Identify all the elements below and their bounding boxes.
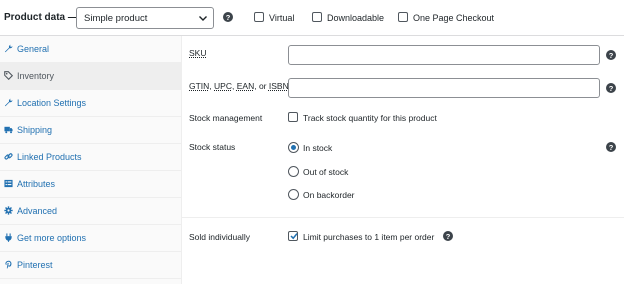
svg-text:?: ? xyxy=(609,84,614,93)
gtin-label: GTIN, UPC, EAN, or ISBN xyxy=(189,81,289,91)
svg-text:?: ? xyxy=(226,13,231,22)
help-icon[interactable]: ? xyxy=(606,142,616,152)
one-page-checkout-checkbox[interactable] xyxy=(398,12,408,22)
tab-advanced[interactable]: Advanced xyxy=(0,198,182,225)
header-title: Product data — xyxy=(4,12,78,23)
product-data-header: Product data — Simple product ? Virtual … xyxy=(0,0,624,36)
sold-individually-label: Sold individually xyxy=(189,232,250,242)
stock-management-label: Stock management xyxy=(189,113,263,123)
one-page-checkout-label: One Page Checkout xyxy=(413,13,495,23)
wrench-icon xyxy=(4,44,13,53)
sku-input[interactable] xyxy=(288,45,600,65)
downloadable-label: Downloadable xyxy=(327,13,385,23)
tab-pinterest[interactable]: Pinterest xyxy=(0,252,182,279)
stock-status-label: Stock status xyxy=(189,142,236,152)
tab-label: Advanced xyxy=(17,206,58,216)
out-of-stock-label: Out of stock xyxy=(303,167,349,177)
sku-label: SKU xyxy=(189,48,207,58)
tab-get-more-options[interactable]: Get more options xyxy=(0,225,182,252)
tab-shipping[interactable]: Shipping xyxy=(0,117,182,144)
tab-label: Attributes xyxy=(17,179,56,189)
gear-icon xyxy=(4,206,13,215)
downloadable-checkbox[interactable] xyxy=(312,12,322,22)
tab-label: Pinterest xyxy=(17,260,53,270)
truck-icon xyxy=(4,126,13,134)
tab-label: Shipping xyxy=(17,125,53,135)
tab-label: Linked Products xyxy=(17,152,82,162)
list-icon xyxy=(4,179,13,188)
product-type-select[interactable]: Simple product xyxy=(76,7,214,29)
tag-icon xyxy=(4,71,13,80)
product-type-value: Simple product xyxy=(84,13,148,24)
tab-location-settings[interactable]: Location Settings xyxy=(0,90,182,117)
svg-text:?: ? xyxy=(446,232,451,241)
help-icon[interactable]: ? xyxy=(443,231,453,241)
pinterest-icon xyxy=(5,260,12,269)
chevron-down-icon xyxy=(199,16,207,21)
on-backorder-label: On backorder xyxy=(303,190,355,200)
virtual-checkbox[interactable] xyxy=(254,12,264,22)
wrench-icon xyxy=(4,98,13,107)
product-data-tabs: General Inventory Location Settings Ship… xyxy=(0,36,182,284)
section-divider xyxy=(182,217,624,218)
in-stock-label: In stock xyxy=(303,143,333,153)
help-icon[interactable]: ? xyxy=(223,12,233,22)
tab-label: Get more options xyxy=(17,233,87,243)
radio-out-of-stock[interactable] xyxy=(288,166,299,177)
radio-in-stock[interactable] xyxy=(288,142,299,153)
tab-attributes[interactable]: Attributes xyxy=(0,171,182,198)
virtual-label: Virtual xyxy=(269,13,295,23)
tab-general[interactable]: General xyxy=(0,36,182,63)
link-icon xyxy=(4,153,13,160)
help-icon[interactable]: ? xyxy=(606,83,616,93)
plugin-icon xyxy=(5,233,12,242)
limit-purchases-label: Limit purchases to 1 item per order xyxy=(303,232,435,242)
svg-text:?: ? xyxy=(609,143,614,152)
limit-purchases-checkbox[interactable] xyxy=(288,231,298,241)
svg-text:?: ? xyxy=(609,51,614,60)
tab-inventory[interactable]: Inventory xyxy=(0,63,182,90)
help-icon[interactable]: ? xyxy=(606,50,616,60)
inventory-panel: SKU ? GTIN, UPC, EAN, or ISBN ? Stock ma… xyxy=(182,36,624,284)
tab-linked-products[interactable]: Linked Products xyxy=(0,144,182,171)
tab-label: General xyxy=(17,44,50,54)
tab-label: Location Settings xyxy=(17,98,87,108)
radio-on-backorder[interactable] xyxy=(288,189,299,200)
tab-label: Inventory xyxy=(17,71,55,81)
checkmark-icon xyxy=(290,233,298,240)
gtin-input[interactable] xyxy=(288,78,600,98)
track-stock-label: Track stock quantity for this product xyxy=(303,113,437,123)
track-stock-checkbox[interactable] xyxy=(288,112,298,122)
